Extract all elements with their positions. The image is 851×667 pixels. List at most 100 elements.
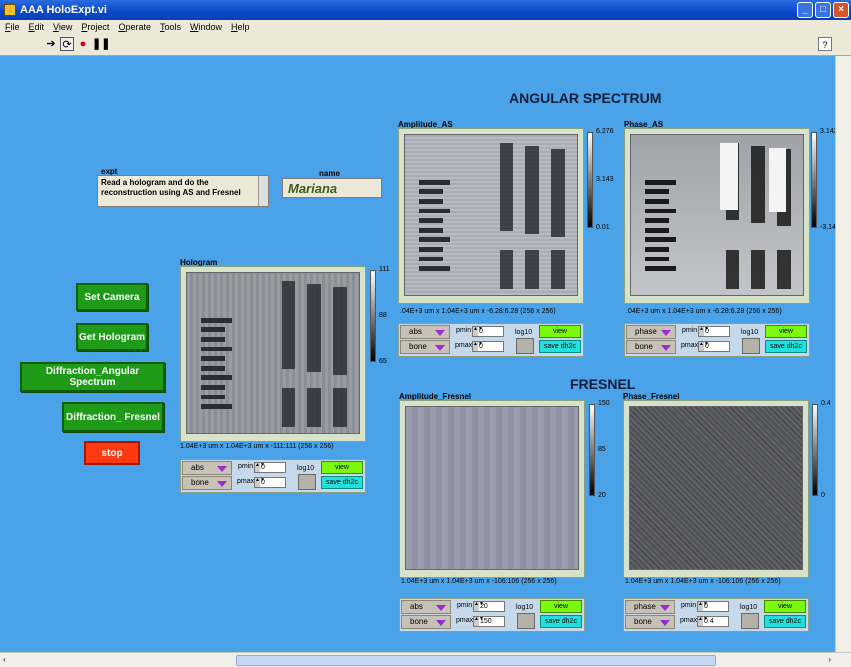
stop-button[interactable]: stop — [84, 441, 140, 465]
hologram-view-button[interactable]: view — [321, 461, 363, 474]
phase_fresnel-log10-toggle[interactable] — [741, 613, 759, 629]
amp_fresnel-view-button[interactable]: view — [540, 600, 582, 613]
run-arrow-icon[interactable]: ➔ — [44, 37, 58, 51]
abort-icon[interactable]: ● — [76, 37, 90, 51]
phase_fresnel-pmin-field[interactable]: ▲▼ 0 — [697, 601, 729, 612]
hologram-pmax-field[interactable]: ▲▼ 0 — [254, 477, 286, 488]
menu-tools[interactable]: Tools — [160, 22, 181, 32]
amp_fresnel-pmin-field[interactable]: ▲▼ 20 — [473, 601, 505, 612]
spinner-icon[interactable]: ▲▼ — [699, 327, 709, 336]
phase_as-colormap-select[interactable]: bone — [626, 340, 676, 354]
spinner-icon[interactable]: ▲▼ — [699, 342, 709, 351]
target-line — [418, 189, 443, 195]
phase_fresnel-colormap-select[interactable]: bone — [625, 615, 675, 629]
amp_as-mode-select[interactable]: abs — [400, 325, 450, 339]
hologram-mode-select[interactable]: abs — [182, 461, 232, 475]
vertical-scrollbar[interactable] — [835, 56, 851, 652]
amp_as-mode-value: abs — [409, 327, 422, 336]
phase_as-save-button[interactable]: save dh2c — [765, 340, 807, 353]
target-line — [644, 189, 669, 195]
set-camera-button[interactable]: Set Camera — [76, 283, 148, 311]
spinner-icon[interactable]: ▲▼ — [698, 602, 708, 611]
phase_fresnel-colorbar-min: 0 — [821, 492, 825, 499]
menu-file[interactable]: File — [5, 22, 20, 32]
spinner-icon[interactable]: ▲▼ — [473, 327, 483, 336]
hologram-pmin-field[interactable]: ▲▼ 0 — [254, 462, 286, 473]
scroll-right-icon[interactable]: › — [828, 655, 831, 664]
run-continuous-icon[interactable]: ⟳ — [60, 37, 74, 51]
phase_fresnel-colormap-value: bone — [634, 617, 652, 626]
hologram-log10-toggle[interactable] — [298, 474, 316, 490]
target-bar — [525, 250, 540, 289]
amp_fresnel-colorbar — [589, 404, 595, 496]
phase_as-view-button[interactable]: view — [765, 325, 807, 338]
context-help-icon[interactable]: ? — [818, 37, 832, 51]
amp_fresnel-pmax-label: pmax — [456, 617, 474, 624]
amp_as-log10-label: log10 — [515, 329, 533, 336]
target-bar — [751, 250, 766, 289]
target-line — [644, 208, 676, 214]
amp_as-pmax-field[interactable]: ▲▼ 0 — [472, 341, 504, 352]
phase_fresnel-view-button[interactable]: view — [764, 600, 806, 613]
amp_as-save-button[interactable]: save dh2c — [539, 340, 581, 353]
pause-icon[interactable]: ❚❚ — [92, 37, 110, 51]
name-field[interactable]: Mariana — [282, 178, 382, 198]
diffraction-fresnel-button[interactable]: Diffraction_ Fresnel — [62, 402, 164, 432]
menu-view[interactable]: View — [53, 22, 72, 32]
menu-project[interactable]: Project — [81, 22, 109, 32]
phase_as-pmin-field[interactable]: ▲▼ 0 — [698, 326, 730, 337]
amp_fresnel-mode-select[interactable]: abs — [401, 600, 451, 614]
target-bar — [307, 284, 322, 373]
amp_as-view-button[interactable]: view — [539, 325, 581, 338]
menu-help[interactable]: Help — [231, 22, 250, 32]
amp_as-pmin-label: pmin — [456, 327, 472, 334]
expt-textbox[interactable]: Read a hologram and do the reconstructio… — [97, 175, 269, 207]
heading-angular-spectrum: ANGULAR SPECTRUM — [509, 90, 662, 106]
amp_as-colorbar-min: 0.01 — [596, 224, 610, 231]
amp_as-image-plot[interactable] — [404, 134, 578, 296]
phase_as-image-plot[interactable] — [630, 134, 804, 296]
menu-window[interactable]: Window — [190, 22, 222, 32]
phase_as-pmax-field[interactable]: ▲▼ 0 — [698, 341, 730, 352]
name-label: name — [319, 169, 340, 178]
amp_fresnel-save-button[interactable]: save dh2c — [540, 615, 582, 628]
spinner-icon[interactable]: ▲▼ — [255, 478, 265, 487]
amp_as-caption: .04E+3 um x 1.04E+3 um x -6.28:6.28 (256… — [400, 308, 556, 315]
phase_as-mode-select[interactable]: phase — [626, 325, 676, 339]
close-button[interactable]: × — [833, 2, 849, 18]
amp_fresnel-log10-toggle[interactable] — [517, 613, 535, 629]
diffraction-angular-spectrum-button[interactable]: Diffraction_Angular Spectrum — [20, 362, 165, 392]
spinner-icon[interactable]: ▲▼ — [474, 617, 484, 626]
amp_as-colormap-value: bone — [409, 342, 427, 351]
horizontal-scrollbar[interactable]: ‹ › — [0, 652, 851, 667]
spinner-icon[interactable]: ▲▼ — [698, 617, 708, 626]
hologram-colormap-select[interactable]: bone — [182, 476, 232, 490]
hologram-save-button[interactable]: save dh2c — [321, 476, 363, 489]
amp_as-pmin-field[interactable]: ▲▼ 0 — [472, 326, 504, 337]
hologram-colorbar — [370, 270, 376, 362]
amp_fresnel-pmax-field[interactable]: ▲▼ 150 — [473, 616, 505, 627]
expt-scrollbar[interactable] — [258, 176, 268, 206]
phase_fresnel-pmax-field[interactable]: ▲▼ 0.4 — [697, 616, 729, 627]
target-line — [418, 218, 443, 223]
menubar: File Edit View Project Operate Tools Win… — [0, 20, 851, 34]
hologram-image-plot[interactable] — [186, 272, 360, 434]
scroll-left-icon[interactable]: ‹ — [3, 655, 6, 664]
minimize-button[interactable]: _ — [797, 2, 813, 18]
amp_fresnel-colormap-select[interactable]: bone — [401, 615, 451, 629]
get-hologram-button[interactable]: Get Hologram — [76, 323, 148, 351]
menu-edit[interactable]: Edit — [29, 22, 45, 32]
spinner-icon[interactable]: ▲▼ — [473, 342, 483, 351]
phase_fresnel-save-button[interactable]: save dh2c — [764, 615, 806, 628]
amp_fresnel-image-plot[interactable] — [405, 406, 579, 570]
horizontal-scroll-thumb[interactable] — [236, 655, 716, 666]
amp_as-log10-toggle[interactable] — [516, 338, 534, 354]
spinner-icon[interactable]: ▲▼ — [255, 463, 265, 472]
phase_fresnel-mode-select[interactable]: phase — [625, 600, 675, 614]
spinner-icon[interactable]: ▲▼ — [474, 602, 484, 611]
phase_fresnel-image-plot[interactable] — [629, 406, 803, 570]
amp_as-colormap-select[interactable]: bone — [400, 340, 450, 354]
phase_as-log10-toggle[interactable] — [742, 338, 760, 354]
maximize-button[interactable]: □ — [815, 2, 831, 18]
menu-operate[interactable]: Operate — [118, 22, 151, 32]
